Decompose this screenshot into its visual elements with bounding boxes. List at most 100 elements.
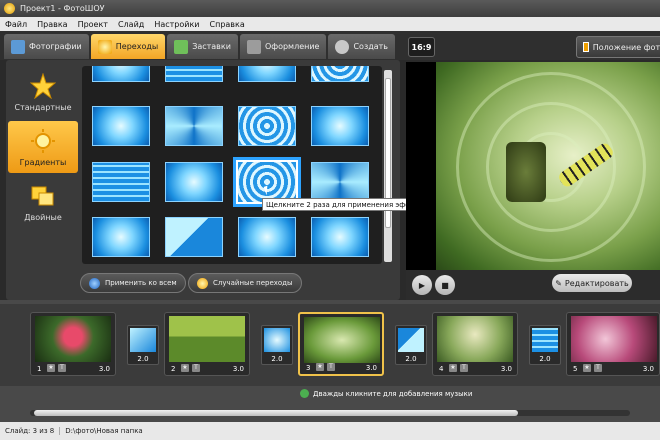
- transition-thumb[interactable]: [165, 106, 223, 146]
- tab-screensavers[interactable]: Заставки: [167, 34, 238, 59]
- transition-thumb[interactable]: [165, 66, 223, 82]
- tab-label: Переходы: [115, 42, 159, 51]
- transition-thumbnails-grid: [82, 66, 382, 264]
- category-list: Стандартные Градиенты Двойные: [8, 66, 78, 231]
- menu-settings[interactable]: Настройки: [149, 20, 204, 29]
- random-transitions-label: Случайные переходы: [213, 279, 293, 287]
- title-bar: Проект1 - ФотоШОУ: [0, 0, 660, 17]
- category-label: Градиенты: [19, 157, 67, 167]
- category-double[interactable]: Двойные: [8, 176, 78, 228]
- transition-image: [130, 328, 156, 352]
- screensaver-icon: [174, 39, 189, 54]
- transition-thumb[interactable]: [92, 162, 150, 202]
- play-button[interactable]: ▶: [412, 275, 432, 295]
- text-icon[interactable]: T: [460, 364, 468, 372]
- text-icon[interactable]: T: [327, 363, 335, 371]
- slide-thumb[interactable]: 1 ★ T 3.0: [30, 312, 116, 376]
- aspect-ratio-button[interactable]: 16:9: [408, 37, 435, 57]
- category-label: Стандартные: [14, 102, 72, 112]
- menu-project[interactable]: Проект: [73, 20, 113, 29]
- apply-to-all-button[interactable]: Применить ко всем: [80, 273, 186, 293]
- photo-position-button[interactable]: Положение фото: [576, 36, 660, 58]
- music-hint[interactable]: Дважды кликните для добавления музыки: [300, 389, 472, 398]
- slide-thumb[interactable]: 2 ★ T 3.0: [164, 312, 250, 376]
- slide-image: [169, 316, 245, 362]
- transition-thumb[interactable]: [165, 217, 223, 257]
- status-bar: Слайд: 3 из 8 D:\фото\Новая папка: [0, 422, 660, 440]
- main-tabs: Фотографии Переходы Заставки Оформление …: [4, 34, 396, 59]
- apply-to-all-label: Применить ко всем: [105, 279, 177, 287]
- tab-transitions[interactable]: Переходы: [90, 34, 166, 59]
- star-icon: [97, 39, 112, 54]
- tab-label: Заставки: [192, 42, 231, 51]
- transition-thumb[interactable]: [238, 217, 296, 257]
- transition-duration: 2.0: [405, 355, 417, 363]
- star-icon[interactable]: ★: [181, 364, 189, 372]
- transition-thumb[interactable]: 2.0: [127, 325, 159, 365]
- music-hint-label: Дважды кликните для добавления музыки: [313, 389, 473, 398]
- star-icon[interactable]: ★: [47, 364, 55, 372]
- slide-image: [304, 317, 380, 363]
- edit-button[interactable]: ✎ Редактировать: [552, 274, 632, 292]
- photos-icon: [11, 39, 25, 54]
- transition-thumb[interactable]: 2.0: [395, 325, 427, 365]
- sparkle-icon: [197, 277, 208, 289]
- pencil-icon: ✎: [555, 278, 562, 288]
- menu-slide[interactable]: Слайд: [113, 20, 149, 29]
- transition-thumb[interactable]: [92, 217, 150, 257]
- transition-thumb[interactable]: [311, 106, 369, 146]
- random-transitions-button[interactable]: Случайные переходы: [188, 273, 302, 293]
- category-gradients[interactable]: Градиенты: [8, 121, 78, 173]
- star-icon[interactable]: ★: [316, 363, 324, 371]
- transition-image: [532, 328, 558, 352]
- slide-thumb[interactable]: 5 ★ T 3.0: [566, 312, 660, 376]
- star-icon[interactable]: ★: [583, 364, 591, 372]
- star-icon[interactable]: ★: [449, 364, 457, 372]
- text-icon[interactable]: T: [192, 364, 200, 372]
- text-icon[interactable]: T: [594, 364, 602, 372]
- text-icon[interactable]: T: [58, 364, 66, 372]
- slide-thumb-active[interactable]: 3 ★ T 3.0: [298, 312, 384, 376]
- timeline-scrollbar[interactable]: [30, 410, 630, 416]
- menu-help[interactable]: Справка: [205, 20, 250, 29]
- slide-thumb[interactable]: 4 ★ T 3.0: [432, 312, 518, 376]
- transition-thumb[interactable]: [311, 66, 369, 82]
- preview-area: [406, 62, 660, 270]
- slide-number: 5: [573, 365, 578, 373]
- slide-number: 4: [439, 365, 444, 373]
- transition-thumb[interactable]: [238, 66, 296, 82]
- tab-photos[interactable]: Фотографии: [4, 34, 89, 59]
- transition-thumb[interactable]: [165, 162, 223, 202]
- star-icon: [30, 72, 56, 99]
- insect: [506, 142, 546, 202]
- transition-thumb[interactable]: [311, 217, 369, 257]
- transition-duration: 2.0: [539, 355, 551, 363]
- app-logo-icon: [4, 3, 15, 14]
- transition-thumb[interactable]: 2.0: [261, 325, 293, 365]
- music-note-icon: [300, 389, 309, 398]
- transition-thumb[interactable]: 2.0: [529, 325, 561, 365]
- menu-file[interactable]: Файл: [0, 20, 32, 29]
- tab-create[interactable]: Создать: [328, 34, 396, 59]
- globe-icon: [89, 277, 100, 289]
- thumbnails-scrollbar[interactable]: [384, 70, 392, 262]
- menu-edit[interactable]: Правка: [32, 20, 72, 29]
- category-standard[interactable]: Стандартные: [8, 66, 78, 118]
- status-path: D:\фото\Новая папка: [65, 427, 143, 435]
- tab-design[interactable]: Оформление: [239, 34, 327, 59]
- stop-button[interactable]: ■: [435, 275, 455, 295]
- slide-duration: 3.0: [98, 365, 110, 373]
- transition-duration: 2.0: [271, 355, 283, 363]
- tab-label: Оформление: [264, 42, 320, 51]
- position-icon: [583, 42, 589, 52]
- transition-thumb[interactable]: [92, 106, 150, 146]
- slide-duration: 3.0: [500, 365, 512, 373]
- status-slide: Слайд: 3 из 8: [0, 427, 61, 435]
- film-reel-icon: [335, 39, 350, 54]
- transition-thumb[interactable]: [238, 106, 296, 146]
- window-title: Проект1 - ФотоШОУ: [20, 4, 105, 13]
- timeline-scroll-thumb[interactable]: [34, 410, 518, 416]
- slide-number: 3: [306, 364, 311, 372]
- transition-thumb[interactable]: [92, 66, 150, 82]
- transition-thumb[interactable]: [311, 162, 369, 202]
